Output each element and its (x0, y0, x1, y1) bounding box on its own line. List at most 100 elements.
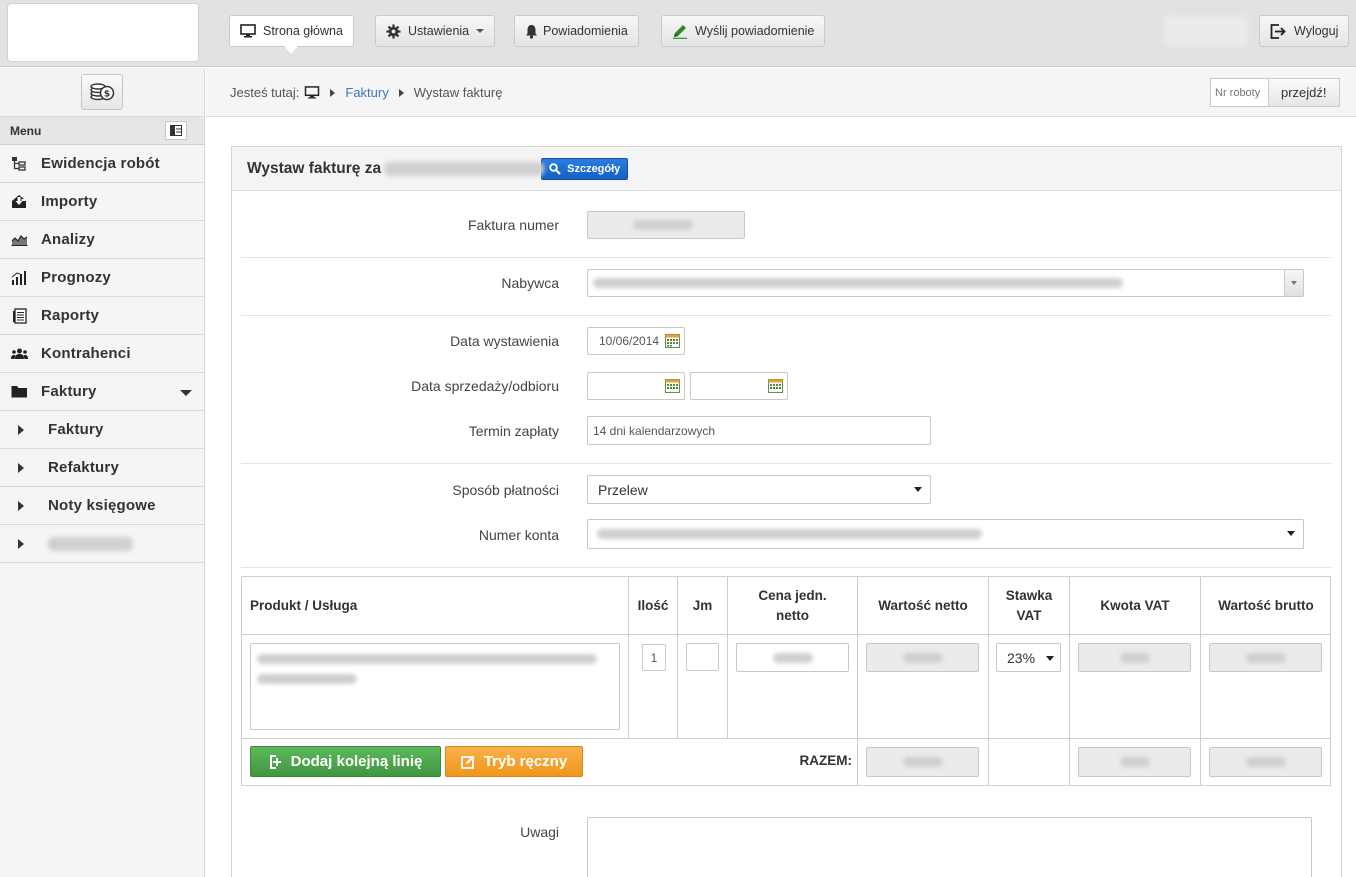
coins-icon: $ (89, 80, 115, 105)
breadcrumb-link-faktury[interactable]: Faktury (345, 85, 388, 100)
go-button[interactable]: przejdź! (1268, 78, 1340, 107)
bar-chart-icon (10, 270, 28, 285)
panel-title: Wystaw fakturę za (247, 159, 382, 177)
logo[interactable] (7, 3, 199, 62)
notes-textarea[interactable] (587, 817, 1312, 877)
payment-method-select[interactable]: Przelew (587, 475, 931, 504)
divider (241, 315, 1331, 316)
col-unit: Jm (692, 597, 713, 613)
sidebar-item-label: Importy (41, 193, 98, 210)
col-vat-rate-line2: VAT (1016, 607, 1042, 623)
logout-button[interactable]: Wyloguj (1259, 15, 1350, 47)
document-icon (10, 307, 28, 324)
unit-input[interactable] (686, 643, 719, 671)
sidebar-item-label: Ewidencja robót (41, 155, 160, 172)
col-net-value: Wartość netto (878, 597, 968, 613)
buyer-select[interactable] (587, 269, 1304, 297)
qty-input[interactable]: 1 (642, 644, 666, 671)
caret-right-icon (18, 462, 24, 473)
folder-icon (10, 385, 28, 398)
total-vat-field (1078, 747, 1191, 777)
edit-icon (460, 755, 475, 769)
panel-header: Wystaw fakturę za Szczegóły (232, 147, 1341, 191)
qty-value: 1 (650, 650, 658, 665)
vat-rate-select[interactable]: 23% (996, 643, 1061, 672)
layout-icon (170, 125, 182, 136)
col-unit-price: Cena jedn. netto (728, 577, 857, 634)
sidebar-item-importy[interactable]: Importy (0, 183, 204, 221)
issue-date-value: 10/06/2014 (599, 334, 660, 348)
details-button[interactable]: Szczegóły (541, 157, 629, 180)
buyer-label: Nabywca (501, 275, 559, 291)
home-button-label: Strona główna (263, 24, 343, 38)
chevron-down-icon[interactable] (1284, 270, 1303, 296)
sidebar-subitem-faktury[interactable]: Faktury (0, 411, 204, 449)
settings-button-label: Ustawienia (408, 24, 470, 38)
divider (241, 567, 1331, 568)
robot-number-input[interactable] (1210, 78, 1268, 107)
chevron-down-icon (914, 487, 922, 492)
calendar-icon[interactable] (665, 333, 680, 351)
add-line-button[interactable]: Dodaj kolejną linię (250, 746, 441, 777)
user-menu[interactable] (1164, 16, 1248, 46)
col-vat-amount: Kwota VAT (1100, 597, 1170, 613)
pencil-icon (672, 23, 688, 39)
sale-date-to-input[interactable] (690, 372, 788, 400)
issue-date-input[interactable]: 10/06/2014 (587, 327, 685, 355)
logout-icon (1270, 23, 1287, 39)
caret-right-icon (18, 500, 24, 511)
vat-rate-value: 23% (1007, 649, 1036, 666)
col-unit-price-line2: netto (776, 607, 809, 623)
payment-method-value: Przelew (598, 481, 648, 498)
account-select[interactable] (587, 519, 1304, 549)
sidebar-collapse-button[interactable] (165, 121, 187, 140)
breadcrumb-current: Wystaw fakturę (413, 85, 503, 100)
sidebar-subitem-blurred[interactable] (0, 525, 204, 563)
sidebar-item-kontrahenci[interactable]: Kontrahenci (0, 335, 204, 373)
vat-amount-field (1078, 643, 1191, 672)
send-notification-button[interactable]: Wyślij powiadomienie (661, 15, 826, 47)
monitor-icon[interactable] (304, 86, 320, 99)
sidebar-item-label: Faktury (41, 383, 97, 400)
sale-date-label: Data sprzedaży/odbioru (411, 378, 559, 394)
settings-button[interactable]: Ustawienia (375, 15, 496, 47)
sidebar-item-raporty[interactable]: Raporty (0, 297, 204, 335)
caret-down-icon (180, 390, 192, 396)
payment-term-label: Termin zapłaty (468, 423, 559, 439)
home-button[interactable]: Strona główna (229, 15, 354, 54)
sidebar-item-label: Analizy (41, 231, 95, 248)
sidebar-subitem-refaktury[interactable]: Refaktury (0, 449, 204, 487)
notifications-button[interactable]: Powiadomienia (514, 15, 639, 47)
sale-date-from-input[interactable] (587, 372, 685, 400)
unit-price-input[interactable] (736, 643, 849, 672)
sidebar-item-ewidencja[interactable]: Ewidencja robót (0, 145, 204, 183)
svg-text:$: $ (104, 89, 110, 99)
area-chart-icon (10, 233, 28, 246)
download-box-icon (10, 194, 28, 209)
sidebar-item-prognozy[interactable]: Prognozy (0, 259, 204, 297)
robot-search: przejdź! (1210, 78, 1340, 107)
col-gross-value: Wartość brutto (1218, 597, 1314, 613)
chevron-down-icon (1287, 531, 1295, 536)
product-description-textarea[interactable] (250, 643, 620, 730)
top-bar: Strona główna Ustawienia Powiadomienia W… (0, 0, 1356, 67)
coins-button[interactable]: $ (81, 74, 123, 110)
gear-icon (386, 23, 401, 39)
divider (241, 257, 1331, 258)
sidebar-subitem-noty[interactable]: Noty księgowe (0, 487, 204, 525)
manual-mode-button-label: Tryb ręczny (483, 753, 568, 770)
calendar-icon[interactable] (665, 378, 680, 396)
payment-method-label: Sposób płatności (452, 482, 559, 498)
sidebar-item-analizy[interactable]: Analizy (0, 221, 204, 259)
flowchart-icon (10, 156, 28, 172)
breadcrumb-prefix: Jesteś tutaj: (230, 85, 300, 100)
account-label: Numer konta (478, 527, 559, 543)
payment-term-input[interactable]: 14 dni kalendarzowych (587, 416, 931, 445)
manual-mode-button[interactable]: Tryb ręczny (445, 746, 583, 777)
caret-right-icon (330, 88, 336, 97)
col-product: Produkt / Usługa (250, 597, 358, 613)
breadcrumb-bar: Jesteś tutaj: Faktury Wystaw fakturę prz… (206, 68, 1356, 117)
notifications-button-label: Powiadomienia (543, 24, 628, 38)
sidebar-item-faktury[interactable]: Faktury (0, 373, 204, 411)
calendar-icon[interactable] (768, 378, 783, 396)
